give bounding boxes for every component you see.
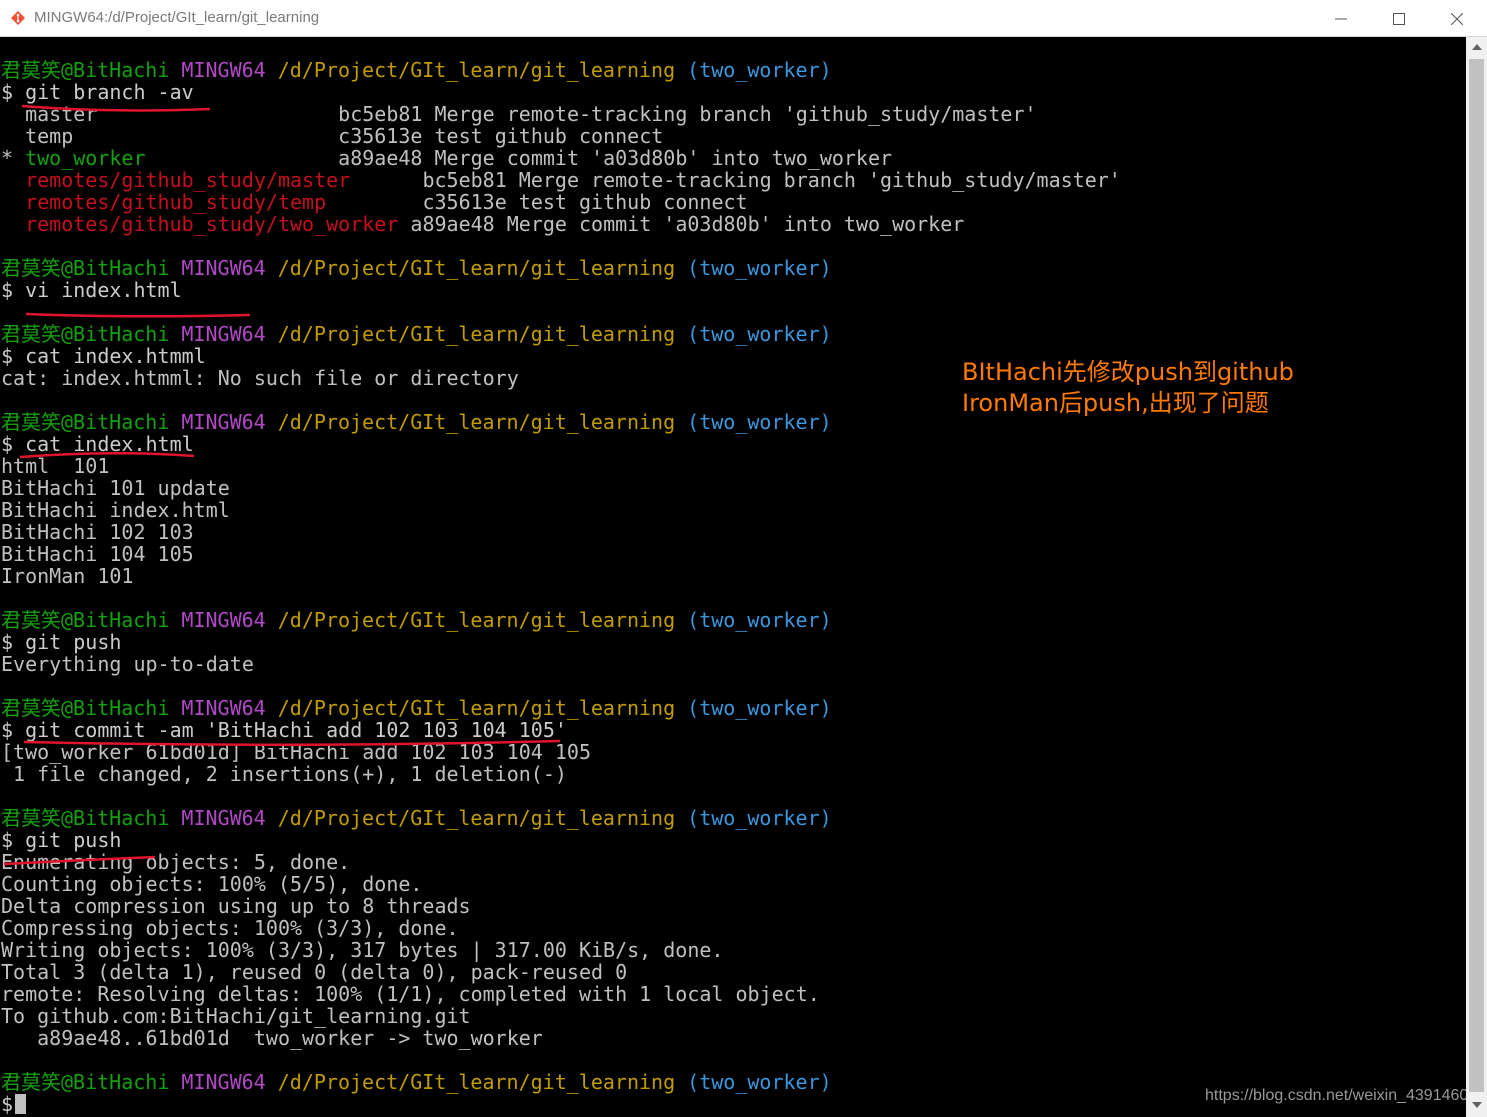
output-line: Counting objects: 100% (5/5), done. xyxy=(1,872,423,896)
command-line: $ git push xyxy=(1,828,122,852)
output-line: Everything up-to-date xyxy=(1,652,254,676)
scrollbar-thumb[interactable] xyxy=(1469,59,1484,1092)
prompt-line: 君莫笑@BitHachi MINGW64 /d/Project/GIt_lear… xyxy=(1,696,832,720)
output-line: BitHachi 104 105 xyxy=(1,542,194,566)
prompt-line: 君莫笑@BitHachi MINGW64 /d/Project/GIt_lear… xyxy=(1,59,832,81)
prompt-line: 君莫笑@BitHachi MINGW64 /d/Project/GIt_lear… xyxy=(1,256,832,280)
maximize-icon xyxy=(1393,12,1405,25)
terminal-output[interactable]: 君莫笑@BitHachi MINGW64 /d/Project/GIt_lear… xyxy=(0,37,1466,1117)
output-line: BitHachi 102 103 xyxy=(1,520,194,544)
output-line: Writing objects: 100% (3/3), 317 bytes |… xyxy=(1,938,724,962)
output-line: cat: index.htmml: No such file or direct… xyxy=(1,366,519,390)
minimize-button[interactable] xyxy=(1312,0,1370,37)
output-line: 1 file changed, 2 insertions(+), 1 delet… xyxy=(1,762,567,786)
prompt-line: 君莫笑@BitHachi MINGW64 /d/Project/GIt_lear… xyxy=(1,1070,832,1094)
minimize-icon xyxy=(1335,18,1347,19)
prompt-shell: MINGW64 xyxy=(181,58,266,82)
command-line: $ git push xyxy=(1,630,122,654)
prompt-line: 君莫笑@BitHachi MINGW64 /d/Project/GIt_lear… xyxy=(1,322,832,346)
output-line: Enumerating objects: 5, done. xyxy=(1,850,351,874)
command-line: $ git branch -av xyxy=(1,80,194,104)
title-bar: MINGW64:/d/Project/GIt_learn/git_learnin… xyxy=(0,0,1487,37)
chevron-down-icon xyxy=(1471,1102,1482,1108)
close-button[interactable] xyxy=(1428,0,1486,37)
maximize-button[interactable] xyxy=(1370,0,1428,37)
branch-row: master bc5eb81 Merge remote-tracking bra… xyxy=(25,102,1037,126)
command-line[interactable]: $ xyxy=(1,1093,27,1115)
command-line: $ cat index.htmml xyxy=(1,344,206,368)
branch-row: remotes/github_study/temp c35613e test g… xyxy=(25,190,748,214)
command-line: $ vi index.html xyxy=(1,278,182,302)
output-line: a89ae48..61bd01d two_worker -> two_worke… xyxy=(1,1026,543,1050)
chevron-up-icon xyxy=(1471,44,1482,50)
prompt-path: /d/Project/GIt_learn/git_learning xyxy=(277,58,676,82)
branch-row: remotes/github_study/master bc5eb81 Merg… xyxy=(25,168,1121,192)
prompt-user: 君莫笑@BitHachi xyxy=(1,58,170,82)
output-line: Compressing objects: 100% (3/3), done. xyxy=(1,916,459,940)
prompt-line: 君莫笑@BitHachi MINGW64 /d/Project/GIt_lear… xyxy=(1,806,832,830)
output-line: Delta compression using up to 8 threads xyxy=(1,894,471,918)
branch-row: * two_worker a89ae48 Merge commit 'a03d8… xyxy=(1,146,893,170)
branch-row: remotes/github_study/two_worker a89ae48 … xyxy=(25,212,965,236)
output-line: html 101 xyxy=(1,454,110,478)
command-line: $ git commit -am 'BitHachi add 102 103 1… xyxy=(1,718,567,742)
watermark: https://blog.csdn.net/weixin_43914604 xyxy=(1205,1087,1478,1104)
vertical-scrollbar[interactable] xyxy=(1466,37,1487,1117)
branch-row: temp c35613e test github connect xyxy=(25,124,664,148)
window-title: MINGW64:/d/Project/GIt_learn/git_learnin… xyxy=(34,9,320,26)
prompt-line: 君莫笑@BitHachi MINGW64 /d/Project/GIt_lear… xyxy=(1,608,832,632)
output-line: Total 3 (delta 1), reused 0 (delta 0), p… xyxy=(1,960,628,984)
output-line: To github.com:BitHachi/git_learning.git xyxy=(1,1004,471,1028)
git-bash-icon xyxy=(11,11,25,25)
prompt-line: 君莫笑@BitHachi MINGW64 /d/Project/GIt_lear… xyxy=(1,410,832,434)
prompt-branch: (two_worker) xyxy=(687,58,832,82)
output-line: BitHachi index.html xyxy=(1,498,230,522)
scroll-up-button[interactable] xyxy=(1466,37,1487,57)
command-line: $ cat index.html xyxy=(1,432,194,456)
text-cursor xyxy=(15,1094,27,1114)
close-icon xyxy=(1451,12,1463,25)
annotation-line-2: IronMan后push,出现了问题 xyxy=(962,389,1269,417)
output-line: [two_worker 61bd01d] BitHachi add 102 10… xyxy=(1,740,592,764)
scroll-down-button[interactable] xyxy=(1466,1095,1487,1115)
output-line: remote: Resolving deltas: 100% (1/1), co… xyxy=(1,982,820,1006)
output-line: IronMan 101 xyxy=(1,564,134,588)
output-line: BitHachi 101 update xyxy=(1,476,230,500)
annotation-line-1: BItHachi先修改push到github xyxy=(962,358,1294,386)
